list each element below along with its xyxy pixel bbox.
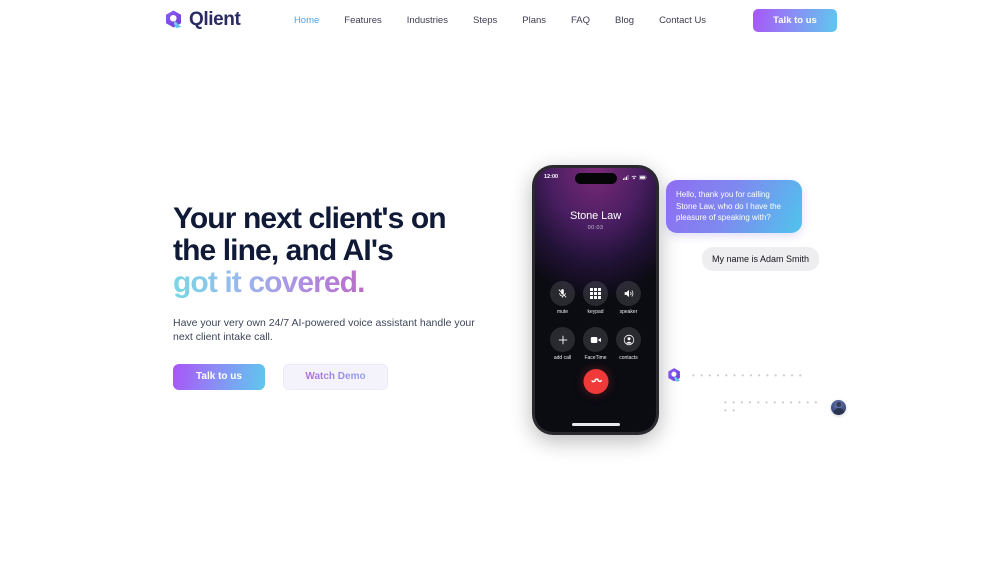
hero-subtitle: Have your very own 24/7 AI-powered voice… [173,317,475,344]
video-camera-icon [583,327,608,352]
brand-name: Qlient [189,9,241,30]
signal-icon [623,174,629,180]
chat-panel: Hello, thank you for calling Stone Law, … [666,180,846,415]
call-header: Stone Law 00:03 [535,210,656,231]
phone-mockup: 12:00 Stone Law 00:03 mute keypad speake… [532,165,659,435]
headline-line-2: the line, and AI's [173,234,394,268]
status-icon-group [623,174,647,180]
call-control-keypad[interactable]: keypad [581,281,610,315]
end-call-handset-icon [589,373,602,391]
headline-line-3: got it covered. [173,266,365,300]
speaker-icon [616,281,641,306]
watch-demo-label: Watch Demo [305,371,366,383]
qlient-cube-logo-icon-small [666,367,683,384]
call-control-mute-label: mute [556,309,569,315]
qlient-cube-logo-icon [163,9,185,31]
call-control-mute[interactable]: mute [548,281,577,315]
site-header: Qlient Home Features Industries Steps Pl… [0,0,1000,40]
phone-screen: 12:00 Stone Law 00:03 mute keypad speake… [535,168,656,432]
user-avatar [831,399,846,415]
chat-bubble-user: My name is Adam Smith [702,246,820,271]
call-control-speaker[interactable]: speaker [614,281,643,315]
chat-bubble-assistant: Hello, thank you for calling Stone Law, … [666,180,802,233]
call-timer: 00:03 [587,225,604,231]
brand-logo[interactable]: Qlient [163,9,241,31]
main-navigation: Home Features Industries Steps Plans FAQ… [294,15,706,26]
call-control-facetime[interactable]: FaceTime [581,327,610,361]
hero-button-row: Talk to us Watch Demo [173,363,503,390]
home-indicator [571,423,620,426]
call-control-contacts-label: contacts [619,355,638,361]
hero-talk-to-us-button[interactable]: Talk to us [173,363,265,390]
hero-copy: Your next client's on the line, and AI's… [173,165,503,390]
assistant-typing-row: • • • • • • • • • • • • • • [666,367,803,384]
nav-item-contact-us[interactable]: Contact Us [659,15,706,26]
call-control-facetime-label: FaceTime [584,355,607,361]
page-title: Your next client's on the line, and AI's… [173,202,503,300]
nav-item-home[interactable]: Home [294,15,319,26]
call-control-add-call[interactable]: add call [548,327,577,361]
user-typing-row: • • • • • • • • • • • • • • [724,399,846,415]
microphone-muted-icon [550,281,575,306]
keypad-grid-icon [583,281,608,306]
callee-name: Stone Law [569,210,622,222]
status-time: 12:00 [544,174,559,180]
battery-icon [639,174,647,180]
plus-icon [550,327,575,352]
contacts-person-icon [616,327,641,352]
nav-item-industries[interactable]: Industries [407,15,448,26]
assistant-typing-dots: • • • • • • • • • • • • • • [692,370,804,380]
nav-item-plans[interactable]: Plans [522,15,546,26]
nav-item-faq[interactable]: FAQ [571,15,590,26]
end-call-button[interactable] [583,369,608,394]
header-talk-to-us-button[interactable]: Talk to us [753,8,837,32]
call-control-speaker-label: speaker [619,309,638,315]
call-controls-grid: mute keypad speaker add call FaceTime co… [535,281,656,361]
user-typing-dots: • • • • • • • • • • • • • • [724,398,819,415]
nav-item-steps[interactable]: Steps [473,15,497,26]
call-control-contacts[interactable]: contacts [614,327,643,361]
call-control-keypad-label: keypad [587,309,604,315]
nav-item-blog[interactable]: Blog [615,15,634,26]
headline-line-1: Your next client's on [173,202,447,235]
wifi-icon [631,175,637,179]
nav-item-features[interactable]: Features [344,15,382,26]
call-control-add-call-label: add call [553,355,572,361]
phone-status-bar: 12:00 [535,174,656,180]
watch-demo-button[interactable]: Watch Demo [283,363,388,390]
hero-section: Your next client's on the line, and AI's… [0,40,1000,435]
hero-visual: 12:00 Stone Law 00:03 mute keypad speake… [532,165,846,435]
